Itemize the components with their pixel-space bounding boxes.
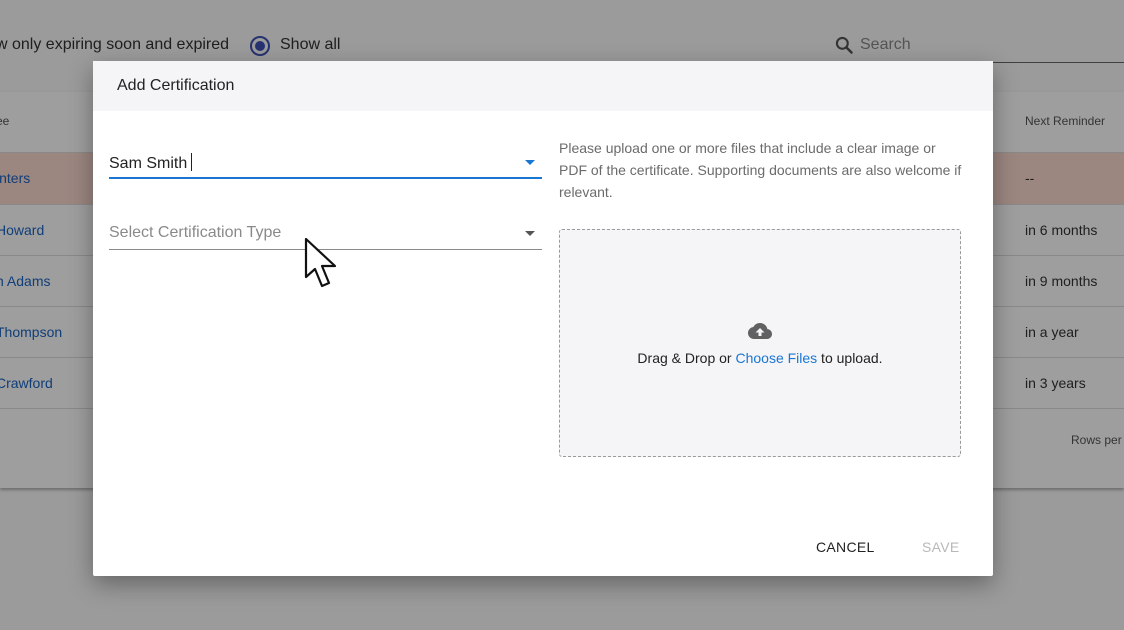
dropdown-arrow-icon[interactable] [525, 160, 535, 165]
dialog-title: Add Certification [117, 77, 235, 94]
cloud-upload-icon [748, 323, 772, 339]
person-select-value: Sam Smith [109, 153, 193, 173]
person-select[interactable]: Sam Smith [109, 149, 542, 179]
text-caret [191, 153, 193, 171]
add-certification-dialog: Add Certification Sam Smith Select Certi… [93, 61, 993, 576]
choose-files-link[interactable]: Choose Files [735, 350, 817, 366]
dropzone-text: Drag & Drop or Choose Files to upload. [637, 350, 883, 366]
certification-type-placeholder: Select Certification Type [109, 224, 282, 241]
person-select-underline [109, 177, 542, 179]
file-dropzone[interactable]: Drag & Drop or Choose Files to upload. [559, 229, 961, 457]
save-button[interactable]: SAVE [922, 539, 960, 555]
cancel-button[interactable]: CANCEL [816, 539, 875, 555]
mouse-cursor-icon [304, 237, 337, 288]
upload-instructions: Please upload one or more files that inc… [559, 140, 962, 200]
dropdown-arrow-icon[interactable] [525, 231, 535, 236]
dialog-header: Add Certification [93, 61, 993, 111]
